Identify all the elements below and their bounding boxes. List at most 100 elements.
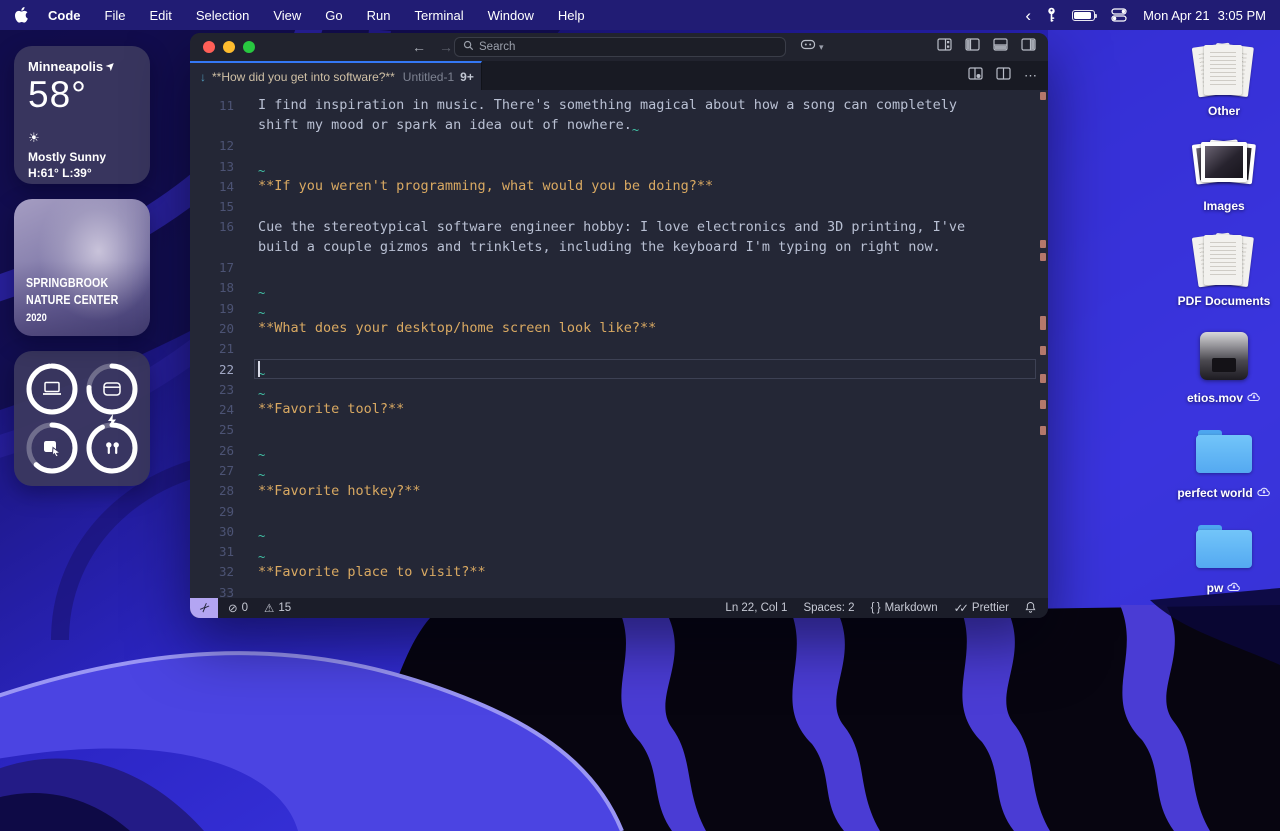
editor-row[interactable]: 17	[190, 257, 1048, 277]
apple-menu-icon[interactable]	[14, 7, 28, 23]
battery-icon[interactable]	[1072, 10, 1095, 21]
navigate-back-icon[interactable]: ←	[412, 39, 426, 55]
desktop-item-perfect-world[interactable]: perfect world	[1177, 422, 1271, 517]
editor-row[interactable]: 16Cue the stereotypical software enginee…	[190, 217, 1048, 237]
editor-row[interactable]: 31~	[190, 542, 1048, 562]
minimize-window-button[interactable]	[223, 41, 235, 53]
chevron-left-icon[interactable]: ‹	[1025, 7, 1031, 24]
vscode-window: ← → ▾	[190, 33, 1048, 618]
menu-file[interactable]: File	[105, 8, 126, 23]
warnings-icon: ⚠	[264, 601, 274, 615]
macbook-icon	[42, 381, 62, 396]
photo-stack-icon[interactable]	[1189, 137, 1259, 195]
zoom-window-button[interactable]	[243, 41, 255, 53]
desktop-item-images[interactable]: Images	[1177, 137, 1271, 232]
editor-row[interactable]: 24**Favorite tool?**	[190, 399, 1048, 419]
folder-icon[interactable]	[1189, 517, 1259, 575]
markdown-file-icon: ↓	[200, 70, 206, 84]
weather-widget[interactable]: Minneapolis ➤ 58° ☀ Mostly Sunny H:61° L…	[14, 46, 150, 184]
line-number: 16	[190, 219, 234, 234]
toggle-secondary-sidebar-icon[interactable]	[1021, 38, 1036, 56]
menu-selection[interactable]: Selection	[196, 8, 249, 23]
folder-icon[interactable]	[1189, 422, 1259, 480]
toggle-primary-sidebar-icon[interactable]	[965, 38, 980, 56]
editor-row[interactable]: 12	[190, 136, 1048, 156]
notifications-bell-icon[interactable]	[1025, 601, 1036, 616]
navigate-forward-icon[interactable]: →	[439, 39, 453, 55]
menu-terminal[interactable]: Terminal	[415, 8, 464, 23]
battery-ring-airpods	[84, 420, 140, 476]
editor-pane[interactable]: 11I find inspiration in music. There's s…	[190, 90, 1048, 598]
indentation-status[interactable]: Spaces: 2	[803, 602, 854, 614]
editor-row[interactable]: 20**What does your desktop/home screen l…	[190, 318, 1048, 338]
key-icon[interactable]	[1047, 7, 1056, 23]
editor-row[interactable]: 11I find inspiration in music. There's s…	[190, 95, 1048, 115]
vscode-titlebar[interactable]: ← → ▾	[190, 33, 1048, 61]
menu-help[interactable]: Help	[558, 8, 585, 23]
editor-row[interactable]: 30~	[190, 521, 1048, 541]
clock-date: Mon Apr 21	[1143, 8, 1210, 23]
menu-window[interactable]: Window	[488, 8, 534, 23]
doc-stack-icon[interactable]	[1189, 42, 1259, 100]
menu-go[interactable]: Go	[325, 8, 342, 23]
editor-row[interactable]: 14**If you weren't programming, what wou…	[190, 176, 1048, 196]
markdown-preview-icon[interactable]	[968, 67, 983, 85]
tab-untitled-1[interactable]: ↓ **How did you get into software?** Unt…	[190, 61, 482, 90]
menu-code[interactable]: Code	[48, 8, 81, 23]
desktop-item-pdf-documents[interactable]: PDF Documents	[1177, 232, 1271, 327]
search-input[interactable]	[479, 41, 777, 53]
menu-run[interactable]: Run	[367, 8, 391, 23]
editor-row[interactable]: 23~	[190, 379, 1048, 399]
menu-edit[interactable]: Edit	[149, 8, 171, 23]
copilot-menu[interactable]: ▾	[800, 33, 824, 61]
editor-row[interactable]: 21	[190, 339, 1048, 359]
tab-badge: 9+	[460, 70, 474, 84]
remote-indicator[interactable]: ><	[190, 598, 218, 618]
doc-stack-icon[interactable]	[1189, 232, 1259, 290]
editor-row[interactable]: 25	[190, 420, 1048, 440]
editor-row[interactable]: 18~	[190, 278, 1048, 298]
desktop-item-etios-mov[interactable]: etios.mov	[1177, 327, 1271, 422]
braces-icon: { }	[871, 602, 881, 614]
editor-row[interactable]: 29	[190, 501, 1048, 521]
editor-rows: 11I find inspiration in music. There's s…	[190, 95, 1048, 602]
close-window-button[interactable]	[203, 41, 215, 53]
toggle-panel-icon[interactable]	[993, 38, 1008, 56]
more-actions-icon[interactable]: ⋯	[1024, 68, 1038, 84]
overview-ruler[interactable]	[1037, 90, 1048, 598]
markdown-bold-line: **If you weren't programming, what would…	[258, 176, 713, 196]
warning-ruler-mark	[1040, 316, 1046, 330]
menu-view[interactable]: View	[273, 8, 301, 23]
split-editor-icon[interactable]	[996, 67, 1011, 85]
video-icon[interactable]	[1189, 327, 1259, 385]
problems-status[interactable]: ⊘ 0 ⚠ 15	[228, 601, 291, 615]
desktop-item-other[interactable]: Other	[1177, 42, 1271, 137]
line-number: 29	[190, 504, 234, 519]
editor-row[interactable]: 19~	[190, 298, 1048, 318]
editor-row[interactable]: build a couple gizmos and trinklets, inc…	[190, 237, 1048, 257]
control-center-icon[interactable]	[1111, 8, 1127, 22]
weather-high-low: H:61° L:39°	[28, 166, 136, 180]
errors-count: 0	[242, 602, 248, 614]
language-mode-status[interactable]: { } Markdown	[871, 602, 938, 614]
editor-row[interactable]: 27~	[190, 460, 1048, 480]
warning-ruler-mark	[1040, 374, 1046, 383]
cursor-position-status[interactable]: Ln 22, Col 1	[725, 602, 787, 614]
desktop-item-pw[interactable]: pw	[1177, 517, 1271, 612]
weather-city: Minneapolis	[28, 59, 103, 74]
customize-layout-icon[interactable]	[937, 38, 952, 56]
traffic-lights	[203, 41, 255, 53]
command-search-box[interactable]	[454, 37, 786, 57]
formatter-status[interactable]: ✓✓ Prettier	[954, 601, 1009, 615]
batteries-widget[interactable]	[14, 351, 150, 486]
editor-row[interactable]: 26~	[190, 440, 1048, 460]
warning-ruler-mark	[1040, 426, 1046, 435]
editor-row[interactable]: 13~	[190, 156, 1048, 176]
editor-row[interactable]: shift my mood or spark an idea out of no…	[190, 115, 1048, 135]
photos-widget[interactable]: SPRINGBROOK NATURE CENTER 2020	[14, 199, 150, 336]
editor-row[interactable]: 32**Favorite place to visit?**	[190, 562, 1048, 582]
menu-bar-clock[interactable]: Mon Apr 21 3:05 PM	[1143, 8, 1266, 23]
editor-row[interactable]: 28**Favorite hotkey?**	[190, 481, 1048, 501]
editor-row[interactable]: 15	[190, 196, 1048, 216]
editor-row[interactable]: 22~	[190, 359, 1048, 379]
